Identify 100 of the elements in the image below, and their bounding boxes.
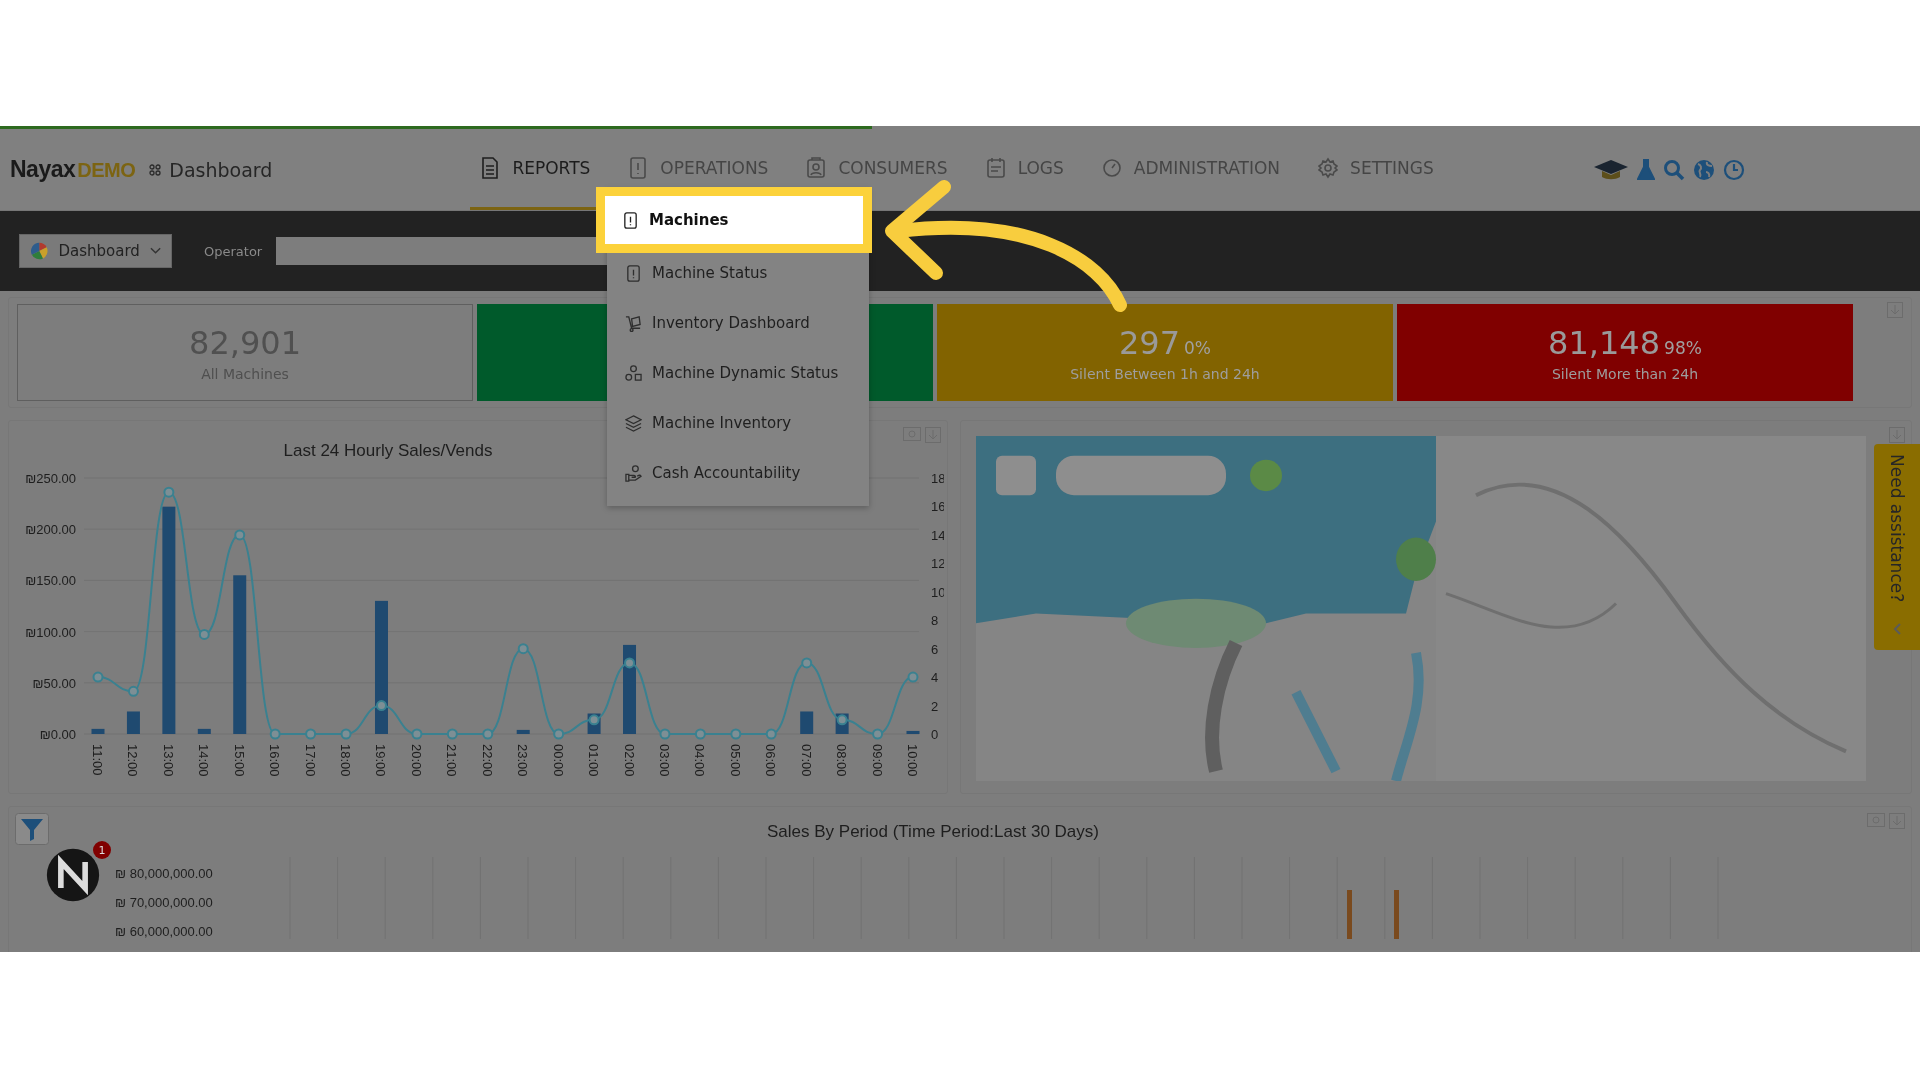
axis-label: 09:00 [869, 744, 885, 777]
axis-label: 21:00 [444, 744, 460, 777]
data-point [198, 628, 210, 640]
hand-coin-icon [625, 464, 642, 482]
axis-label: 04:00 [692, 744, 708, 777]
axis-label: 12 [931, 556, 944, 572]
data-point [269, 728, 281, 740]
status-card[interactable]: 81,148 98% Silent More than 24h [1397, 304, 1853, 401]
axis-label: 2 [931, 698, 939, 714]
axis-label: 08:00 [834, 744, 850, 777]
axis-label: 12:00 [125, 744, 141, 777]
axis-label: 07:00 [798, 744, 814, 777]
menu-item[interactable]: Machine Dynamic Status [607, 348, 869, 398]
data-point [694, 728, 706, 740]
id-card-icon [806, 157, 827, 179]
tablet-icon [625, 264, 642, 282]
axis-label: 03:00 [656, 744, 672, 777]
stat-label: Silent Between 1h and 24h [1070, 365, 1260, 382]
dashboard-dropdown[interactable]: Dashboard [19, 234, 172, 268]
status-card[interactable]: 297 0% Silent Between 1h and 24h [937, 304, 1393, 401]
n-logo-icon[interactable] [45, 847, 101, 903]
graduation-cap-icon[interactable] [1593, 158, 1629, 181]
globe-icon[interactable] [1693, 158, 1715, 181]
flask-icon[interactable] [1637, 158, 1655, 181]
search-icon[interactable] [1663, 158, 1685, 181]
axis-label: ₪150.00 [25, 573, 76, 589]
axis-label: 13:00 [160, 744, 176, 777]
axis-label: 0 [931, 727, 939, 742]
assistance-tab[interactable]: Need assistance? [1874, 444, 1920, 650]
stat-label: Silent More than 24h [1551, 365, 1699, 382]
axis-label: 6 [931, 641, 939, 657]
axis-label: ₪200.00 [25, 522, 76, 538]
data-point [446, 728, 458, 740]
bar [91, 728, 105, 734]
menu-item[interactable]: Machine Inventory [607, 398, 869, 448]
axis-label: ₪100.00 [25, 624, 76, 640]
data-point [730, 728, 742, 740]
layers-icon [625, 414, 642, 432]
axis-label: 23:00 [515, 744, 531, 777]
data-point [836, 714, 848, 726]
logo[interactable]: NayaxDEMO [10, 156, 136, 183]
axis-label: ₪50.00 [32, 675, 76, 691]
axis-label: 18 [931, 471, 944, 486]
axis-label: 8 [931, 613, 939, 629]
grid-icon [149, 163, 162, 176]
gear-icon [1318, 157, 1339, 179]
axis-label: ₪0.00 [39, 727, 76, 742]
data-point [411, 728, 423, 740]
stat-value: 297 [1118, 323, 1181, 362]
axis-label: 10:00 [905, 744, 920, 777]
data-point [340, 728, 352, 740]
stat-value: 81,148 [1548, 323, 1661, 362]
data-point [517, 643, 529, 655]
filter-icon[interactable] [15, 813, 49, 845]
menu-item[interactable]: Inventory Dashboard [607, 298, 869, 348]
nav-tab[interactable]: ADMINISTRATION [1091, 129, 1291, 210]
document-icon [480, 157, 501, 179]
notification-badge: 1 [93, 841, 111, 859]
data-point [305, 728, 317, 740]
axis-label: 05:00 [727, 744, 743, 777]
data-point [872, 728, 884, 740]
menu-item[interactable]: Machine Status [607, 248, 869, 298]
stat-percent: 98% [1664, 337, 1702, 358]
axis-label: 06:00 [763, 744, 779, 777]
data-point [553, 728, 565, 740]
nav-tab[interactable]: SETTINGS [1308, 129, 1444, 210]
cart-icon [625, 314, 642, 332]
data-point [907, 671, 919, 683]
page-title: Dashboard [169, 158, 273, 181]
bar [516, 729, 530, 734]
data-point [376, 700, 387, 712]
axis-label: 16:00 [267, 744, 283, 777]
axis-label: 11:00 [90, 744, 105, 776]
data-point [92, 671, 104, 683]
axis-label: 10 [931, 584, 944, 600]
axis-label: 14:00 [196, 744, 212, 777]
data-point [588, 714, 600, 726]
data-point [234, 529, 246, 541]
axis-label: 16 [931, 499, 944, 515]
axis-label: ₪ 80,000,000.00 [115, 866, 214, 881]
axis-label: 00:00 [550, 744, 566, 777]
data-point [801, 657, 813, 669]
axis-label: 20:00 [408, 744, 424, 777]
bar [197, 728, 211, 734]
clock-icon[interactable] [1723, 158, 1745, 181]
operator-label: Operator [204, 243, 263, 259]
axis-label: ₪ 70,000,000.00 [115, 895, 214, 910]
tablet-icon [622, 211, 639, 229]
axis-label: 02:00 [621, 744, 637, 777]
data-point [127, 685, 139, 697]
download-icon[interactable] [1889, 427, 1905, 443]
chevron-left-icon [1892, 622, 1902, 636]
axis-label: 22:00 [479, 744, 495, 777]
axis-label: 18:00 [338, 744, 354, 777]
stat-percent: 0% [1184, 337, 1212, 358]
data-point [163, 486, 175, 498]
data-point [659, 728, 671, 740]
axis-label: 01:00 [586, 744, 602, 777]
nav-tab[interactable]: LOGS [975, 129, 1074, 210]
menu-item[interactable]: Cash Accountability [607, 448, 869, 498]
